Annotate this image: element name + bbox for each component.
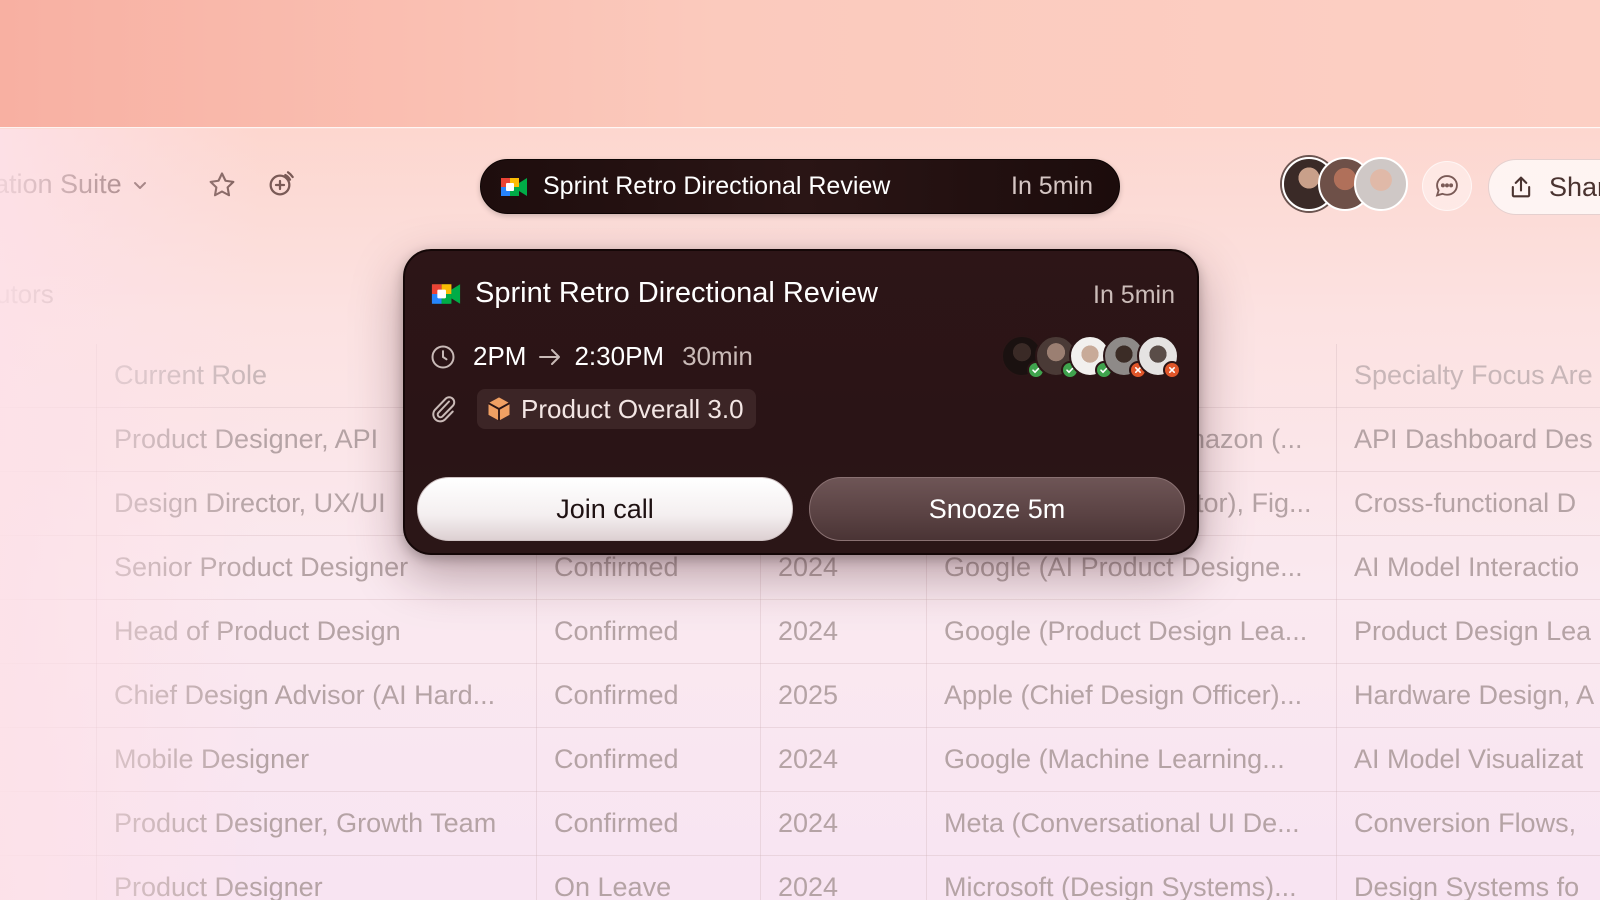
meeting-time-row: 2PM 2:30PM 30min: [429, 341, 753, 372]
cell-role: Product Designer, Growth Team: [114, 808, 497, 838]
cell-year: 2024: [778, 872, 839, 900]
cell-role: Mobile Designer: [114, 744, 310, 774]
cell-status: Confirmed: [554, 744, 679, 774]
attachment-name: Product Overall 3.0: [521, 393, 744, 424]
table-row[interactable]: Product Designer, Growth Team Confirmed …: [0, 792, 1600, 856]
chevron-down-icon: [133, 181, 146, 189]
package-icon: [488, 397, 510, 421]
join-call-button[interactable]: Join call: [417, 477, 793, 541]
cell-role: Senior Product Designer: [114, 552, 409, 582]
cell-status: Confirmed: [554, 680, 679, 710]
cell-company: Google (Machine Learning...: [944, 744, 1285, 774]
cell-specialty: Product Design Lea: [1354, 616, 1592, 646]
column-header-role[interactable]: Current Role: [114, 344, 267, 408]
snooze-button[interactable]: Snooze 5m: [809, 477, 1185, 541]
comments-button[interactable]: [1422, 161, 1472, 211]
cell-specialty: Cross-functional D: [1354, 488, 1577, 518]
start-time: 2PM: [473, 341, 527, 371]
cell-status: Confirmed: [554, 616, 679, 646]
attendee-avatar[interactable]: [1137, 335, 1181, 379]
column-header-specialty[interactable]: Specialty Focus Are: [1354, 344, 1593, 408]
cell-role: Head of Product Design: [114, 616, 401, 646]
popup-meeting-title: Sprint Retro Directional Review: [475, 277, 878, 309]
attachment-row: Product Overall 3.0: [429, 389, 756, 429]
cell-year: 2024: [778, 744, 839, 774]
cell-specialty: Design Systems fo: [1354, 872, 1580, 900]
workspace-title: ation Suite: [0, 169, 122, 199]
table-row[interactable]: Chief Design Advisor (AI Hard... Confirm…: [0, 664, 1600, 728]
broadcast-icon[interactable]: [262, 167, 298, 203]
pill-meeting-title: Sprint Retro Directional Review: [543, 172, 891, 200]
cell-role: Chief Design Advisor (AI Hard...: [114, 680, 496, 710]
avatar[interactable]: [1354, 157, 1408, 211]
cell-specialty: API Dashboard Des: [1354, 424, 1593, 454]
google-meet-icon: [501, 177, 527, 196]
cell-status: Confirmed: [554, 808, 679, 838]
cell-specialty: AI Model Interactio: [1354, 552, 1580, 582]
cell-company: tor), Fig...: [1196, 488, 1312, 518]
cell-company: nazon (...: [1190, 424, 1303, 454]
star-icon[interactable]: [204, 167, 240, 203]
cell-specialty: AI Model Visualizat: [1354, 744, 1584, 774]
subnav-tab[interactable]: utors: [0, 279, 54, 310]
google-meet-icon: [431, 283, 461, 304]
cell-company: Microsoft (Design Systems)...: [944, 872, 1297, 900]
cell-year: 2024: [778, 616, 839, 646]
top-gradient-band: [0, 0, 1600, 128]
popup-header: Sprint Retro Directional Review: [429, 277, 878, 310]
pill-meeting-countdown: In 5min: [1011, 172, 1093, 200]
end-time: 2:30PM: [574, 341, 665, 371]
cell-company: Meta (Conversational UI De...: [944, 808, 1300, 838]
upload-icon: [1511, 176, 1531, 198]
attendee-avatars[interactable]: [1001, 335, 1181, 379]
declined-x-icon: [1163, 361, 1181, 379]
chat-bubble-icon: [1435, 175, 1458, 197]
workspace-switcher[interactable]: ation Suite: [0, 169, 148, 200]
clock-icon: [431, 345, 455, 368]
arrow-right-icon: [539, 348, 561, 365]
meeting-reminder-popup: Sprint Retro Directional Review In 5min …: [403, 249, 1199, 555]
paperclip-icon: [432, 396, 456, 423]
share-button[interactable]: Shar: [1488, 159, 1600, 215]
cell-specialty: Hardware Design, A: [1354, 680, 1595, 710]
cell-company: Apple (Chief Design Officer)...: [944, 680, 1303, 710]
share-label: Shar: [1549, 171, 1600, 202]
duration: 30min: [682, 341, 753, 371]
cell-role: Product Designer, API: [114, 424, 379, 454]
cell-year: 2024: [778, 808, 839, 838]
cell-status: On Leave: [554, 872, 672, 900]
attachment-chip[interactable]: Product Overall 3.0: [477, 389, 756, 429]
table-row[interactable]: Product Designer On Leave 2024 Microsoft…: [0, 856, 1600, 900]
cell-year: 2025: [778, 680, 839, 710]
upcoming-meeting-pill[interactable]: Sprint Retro Directional Review In 5min: [480, 159, 1120, 214]
table-row[interactable]: Head of Product Design Confirmed 2024 Go…: [0, 600, 1600, 664]
cell-company: Google (Product Design Lea...: [944, 616, 1308, 646]
cell-role: Design Director, UX/UI: [114, 488, 386, 518]
cell-specialty: Conversion Flows,: [1354, 808, 1577, 838]
popup-countdown: In 5min: [1093, 281, 1175, 309]
collaborator-avatars[interactable]: [1282, 157, 1408, 211]
table-row[interactable]: Mobile Designer Confirmed 2024 Google (M…: [0, 728, 1600, 792]
cell-role: Product Designer: [114, 872, 323, 900]
